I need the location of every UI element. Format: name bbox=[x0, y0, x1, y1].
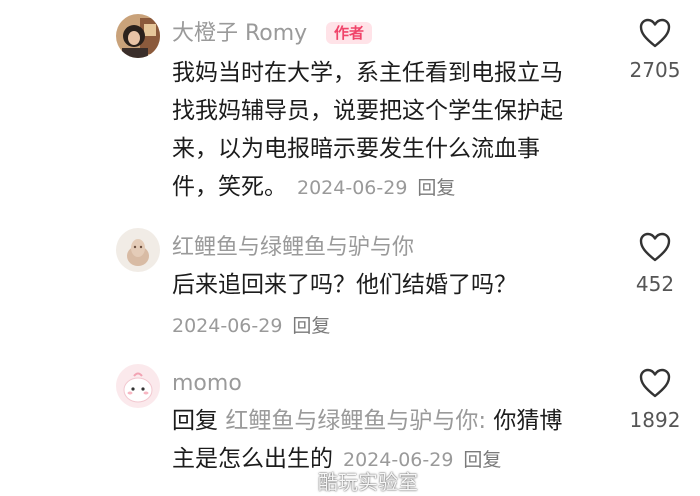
avatar[interactable] bbox=[116, 364, 160, 408]
like-button[interactable]: 452 bbox=[610, 232, 700, 296]
comment-text-line: 你猜博 bbox=[493, 408, 563, 434]
username[interactable]: 大橙子 Romy bbox=[172, 20, 307, 48]
watermark: 酷玩实验室 bbox=[290, 466, 418, 495]
avatar[interactable] bbox=[116, 14, 160, 58]
comment-text: 我妈当时在大学，系主任看到电报立马 找我妈辅导员，说要把这个学生保护起 来，以为… bbox=[172, 54, 563, 207]
like-button[interactable]: 2705 bbox=[610, 18, 700, 82]
avatar[interactable] bbox=[116, 228, 160, 272]
comment-meta: 2024-06-29 回复 bbox=[172, 312, 330, 340]
mention-link[interactable]: 红鲤鱼与绿鲤鱼与驴与你: bbox=[225, 408, 486, 434]
like-button[interactable]: 1892 bbox=[610, 368, 700, 432]
comment-text-line: 找我妈辅导员，说要把这个学生保护起 bbox=[172, 98, 563, 124]
like-count: 1892 bbox=[629, 408, 681, 432]
comment-date: 2024-06-29 bbox=[172, 315, 283, 337]
comment-text: 后来追回来了吗？他们结婚了吗？ bbox=[172, 266, 517, 304]
weibo-logo-icon bbox=[290, 475, 313, 493]
reply-button[interactable]: 回复 bbox=[292, 315, 330, 337]
username[interactable]: 红鲤鱼与绿鲤鱼与驴与你 bbox=[172, 234, 414, 262]
reply-prefix: 回复 bbox=[172, 408, 218, 434]
watermark-text: 酷玩实验室 bbox=[318, 470, 418, 494]
comment-text-line: 后来追回来了吗？他们结婚了吗？ bbox=[172, 272, 517, 298]
heart-outline-icon[interactable] bbox=[639, 18, 671, 48]
heart-outline-icon[interactable] bbox=[639, 232, 671, 262]
author-badge: 作者 bbox=[326, 22, 373, 44]
like-count: 2705 bbox=[629, 58, 681, 82]
heart-outline-icon[interactable] bbox=[639, 368, 671, 398]
reply-button[interactable]: 回复 bbox=[417, 177, 455, 199]
comment-list: 大橙子 Romy 作者 我妈当时在大学，系主任看到电报立马 找我妈辅导员，说要把… bbox=[0, 0, 700, 496]
comment-text-line: 我妈当时在大学，系主任看到电报立马 bbox=[172, 60, 563, 86]
comment-text-line: 件，笑死。 bbox=[172, 174, 287, 200]
reply-button[interactable]: 回复 bbox=[463, 449, 501, 471]
username[interactable]: momo bbox=[172, 370, 242, 398]
comment-date: 2024-06-29 bbox=[297, 177, 408, 199]
comment-text-line: 来，以为电报暗示要发生什么流血事 bbox=[172, 136, 540, 162]
like-count: 452 bbox=[635, 272, 675, 296]
